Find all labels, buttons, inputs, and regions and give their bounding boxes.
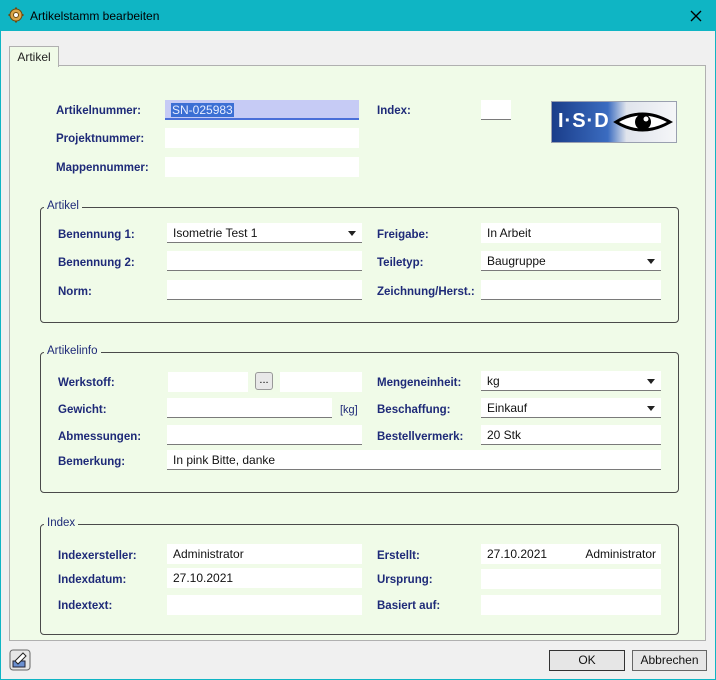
benennung2-input[interactable]: [167, 251, 362, 271]
freigabe-label: Freigabe:: [377, 229, 429, 241]
teiletyp-dropdown[interactable]: Baugruppe: [481, 251, 661, 271]
projektnummer-label: Projektnummer:: [56, 133, 145, 145]
beschaffung-value: Einkauf: [487, 401, 528, 415]
ok-button[interactable]: OK: [549, 650, 625, 671]
gear-icon: [8, 7, 24, 23]
chevron-down-icon: [647, 379, 655, 384]
freigabe-field: In Arbeit: [481, 223, 661, 243]
erstellt-field: 27.10.2021 Administrator: [481, 544, 661, 564]
chevron-down-icon: [647, 406, 655, 411]
group-artikel-title: Artikel: [44, 200, 82, 212]
chevron-down-icon: [647, 259, 655, 264]
norm-label: Norm:: [58, 286, 92, 298]
abmessungen-input[interactable]: [167, 425, 362, 445]
indexersteller-field: Administrator: [167, 544, 362, 564]
ursprung-label: Ursprung:: [377, 574, 433, 586]
tab-artikel[interactable]: Artikel: [9, 46, 59, 67]
close-icon: [690, 10, 702, 22]
bestellvermerk-label: Bestellvermerk:: [377, 431, 464, 443]
gewicht-input[interactable]: [167, 398, 332, 418]
mengeneinheit-label: Mengeneinheit:: [377, 377, 462, 389]
gewicht-label: Gewicht:: [58, 404, 107, 416]
zeichnung-label: Zeichnung/Herst.:: [377, 286, 475, 298]
chevron-down-icon: [348, 231, 356, 236]
ursprung-field: [481, 569, 661, 589]
basiert-field: [481, 595, 661, 615]
abmessungen-label: Abmessungen:: [58, 431, 142, 443]
beschaffung-dropdown[interactable]: Einkauf: [481, 398, 661, 418]
werkstoff-label: Werkstoff:: [58, 377, 115, 389]
werkstoff-description: [280, 372, 362, 392]
benennung2-label: Benennung 2:: [58, 257, 135, 269]
beschaffung-label: Beschaffung:: [377, 404, 451, 416]
teiletyp-label: Teiletyp:: [377, 257, 424, 269]
indexdatum-label: Indexdatum:: [58, 574, 127, 586]
benennung1-label: Benennung 1:: [58, 229, 135, 241]
benennung1-dropdown[interactable]: Isometrie Test 1: [167, 223, 362, 243]
index-label: Index:: [377, 105, 411, 117]
gewicht-unit: [kg]: [340, 404, 358, 416]
mengeneinheit-value: kg: [487, 374, 500, 388]
isd-logo: I·S·D: [551, 101, 677, 143]
cancel-button[interactable]: Abbrechen: [632, 650, 707, 671]
teiletyp-value: Baugruppe: [487, 254, 546, 268]
basiert-label: Basiert auf:: [377, 600, 441, 612]
erstellt-date: 27.10.2021: [487, 547, 548, 561]
title-bar: Artikelstamm bearbeiten: [0, 0, 716, 31]
zeichnung-input[interactable]: [481, 280, 661, 300]
artikelnummer-input[interactable]: SN-025983: [165, 100, 359, 120]
bemerkung-input[interactable]: In pink Bitte, danke: [167, 450, 661, 470]
close-button[interactable]: [676, 0, 716, 31]
edit-button[interactable]: [9, 649, 31, 671]
edit-icon: [9, 649, 31, 671]
group-index-title: Index: [44, 517, 79, 529]
werkstoff-browse-button[interactable]: ...: [255, 372, 273, 390]
artikelnummer-label: Artikelnummer:: [56, 105, 141, 117]
indextext-label: Indextext:: [58, 600, 113, 612]
indexersteller-label: Indexersteller:: [58, 550, 137, 562]
index-input[interactable]: [481, 100, 511, 120]
window-title: Artikelstamm bearbeiten: [30, 9, 160, 23]
bestellvermerk-input[interactable]: 20 Stk: [481, 425, 661, 445]
erstellt-user: Administrator: [585, 547, 656, 561]
werkstoff-input[interactable]: [168, 372, 248, 392]
benennung1-value: Isometrie Test 1: [173, 226, 258, 240]
mengeneinheit-dropdown[interactable]: kg: [481, 371, 661, 391]
mappennummer-input[interactable]: [165, 157, 359, 177]
logo-text: I·S·D: [558, 110, 610, 132]
indexdatum-field: 27.10.2021: [167, 568, 362, 588]
erstellt-label: Erstellt:: [377, 550, 420, 562]
projektnummer-input[interactable]: [165, 128, 359, 148]
indextext-field: [167, 595, 362, 615]
bemerkung-label: Bemerkung:: [58, 456, 126, 468]
mappennummer-label: Mappennummer:: [56, 162, 149, 174]
norm-input[interactable]: [167, 280, 362, 300]
artikelnummer-value: SN-025983: [171, 103, 234, 117]
group-artikelinfo-title: Artikelinfo: [44, 345, 101, 357]
